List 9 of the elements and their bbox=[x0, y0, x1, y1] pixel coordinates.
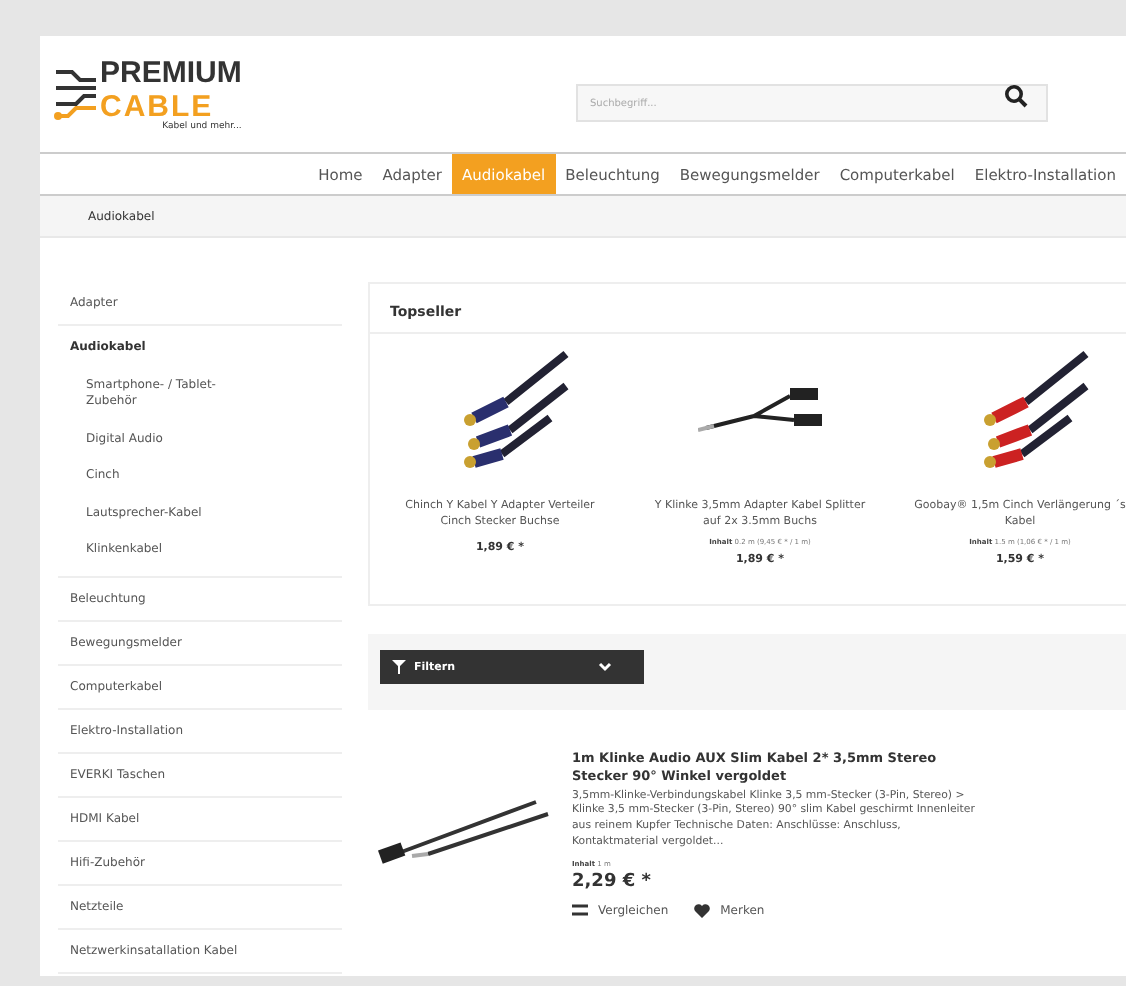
compare-icon[interactable] bbox=[572, 904, 588, 917]
logo-wordmark: PREMIUM bbox=[100, 55, 242, 90]
heart-icon[interactable] bbox=[694, 903, 711, 918]
product-price: 2,29 € * bbox=[572, 871, 653, 892]
filter-icon bbox=[392, 660, 406, 674]
logo-wordmark: CABLE bbox=[100, 89, 214, 124]
chevron-down-icon bbox=[598, 662, 612, 672]
cable-drawing bbox=[698, 388, 822, 432]
search-icon[interactable] bbox=[1004, 83, 1028, 107]
